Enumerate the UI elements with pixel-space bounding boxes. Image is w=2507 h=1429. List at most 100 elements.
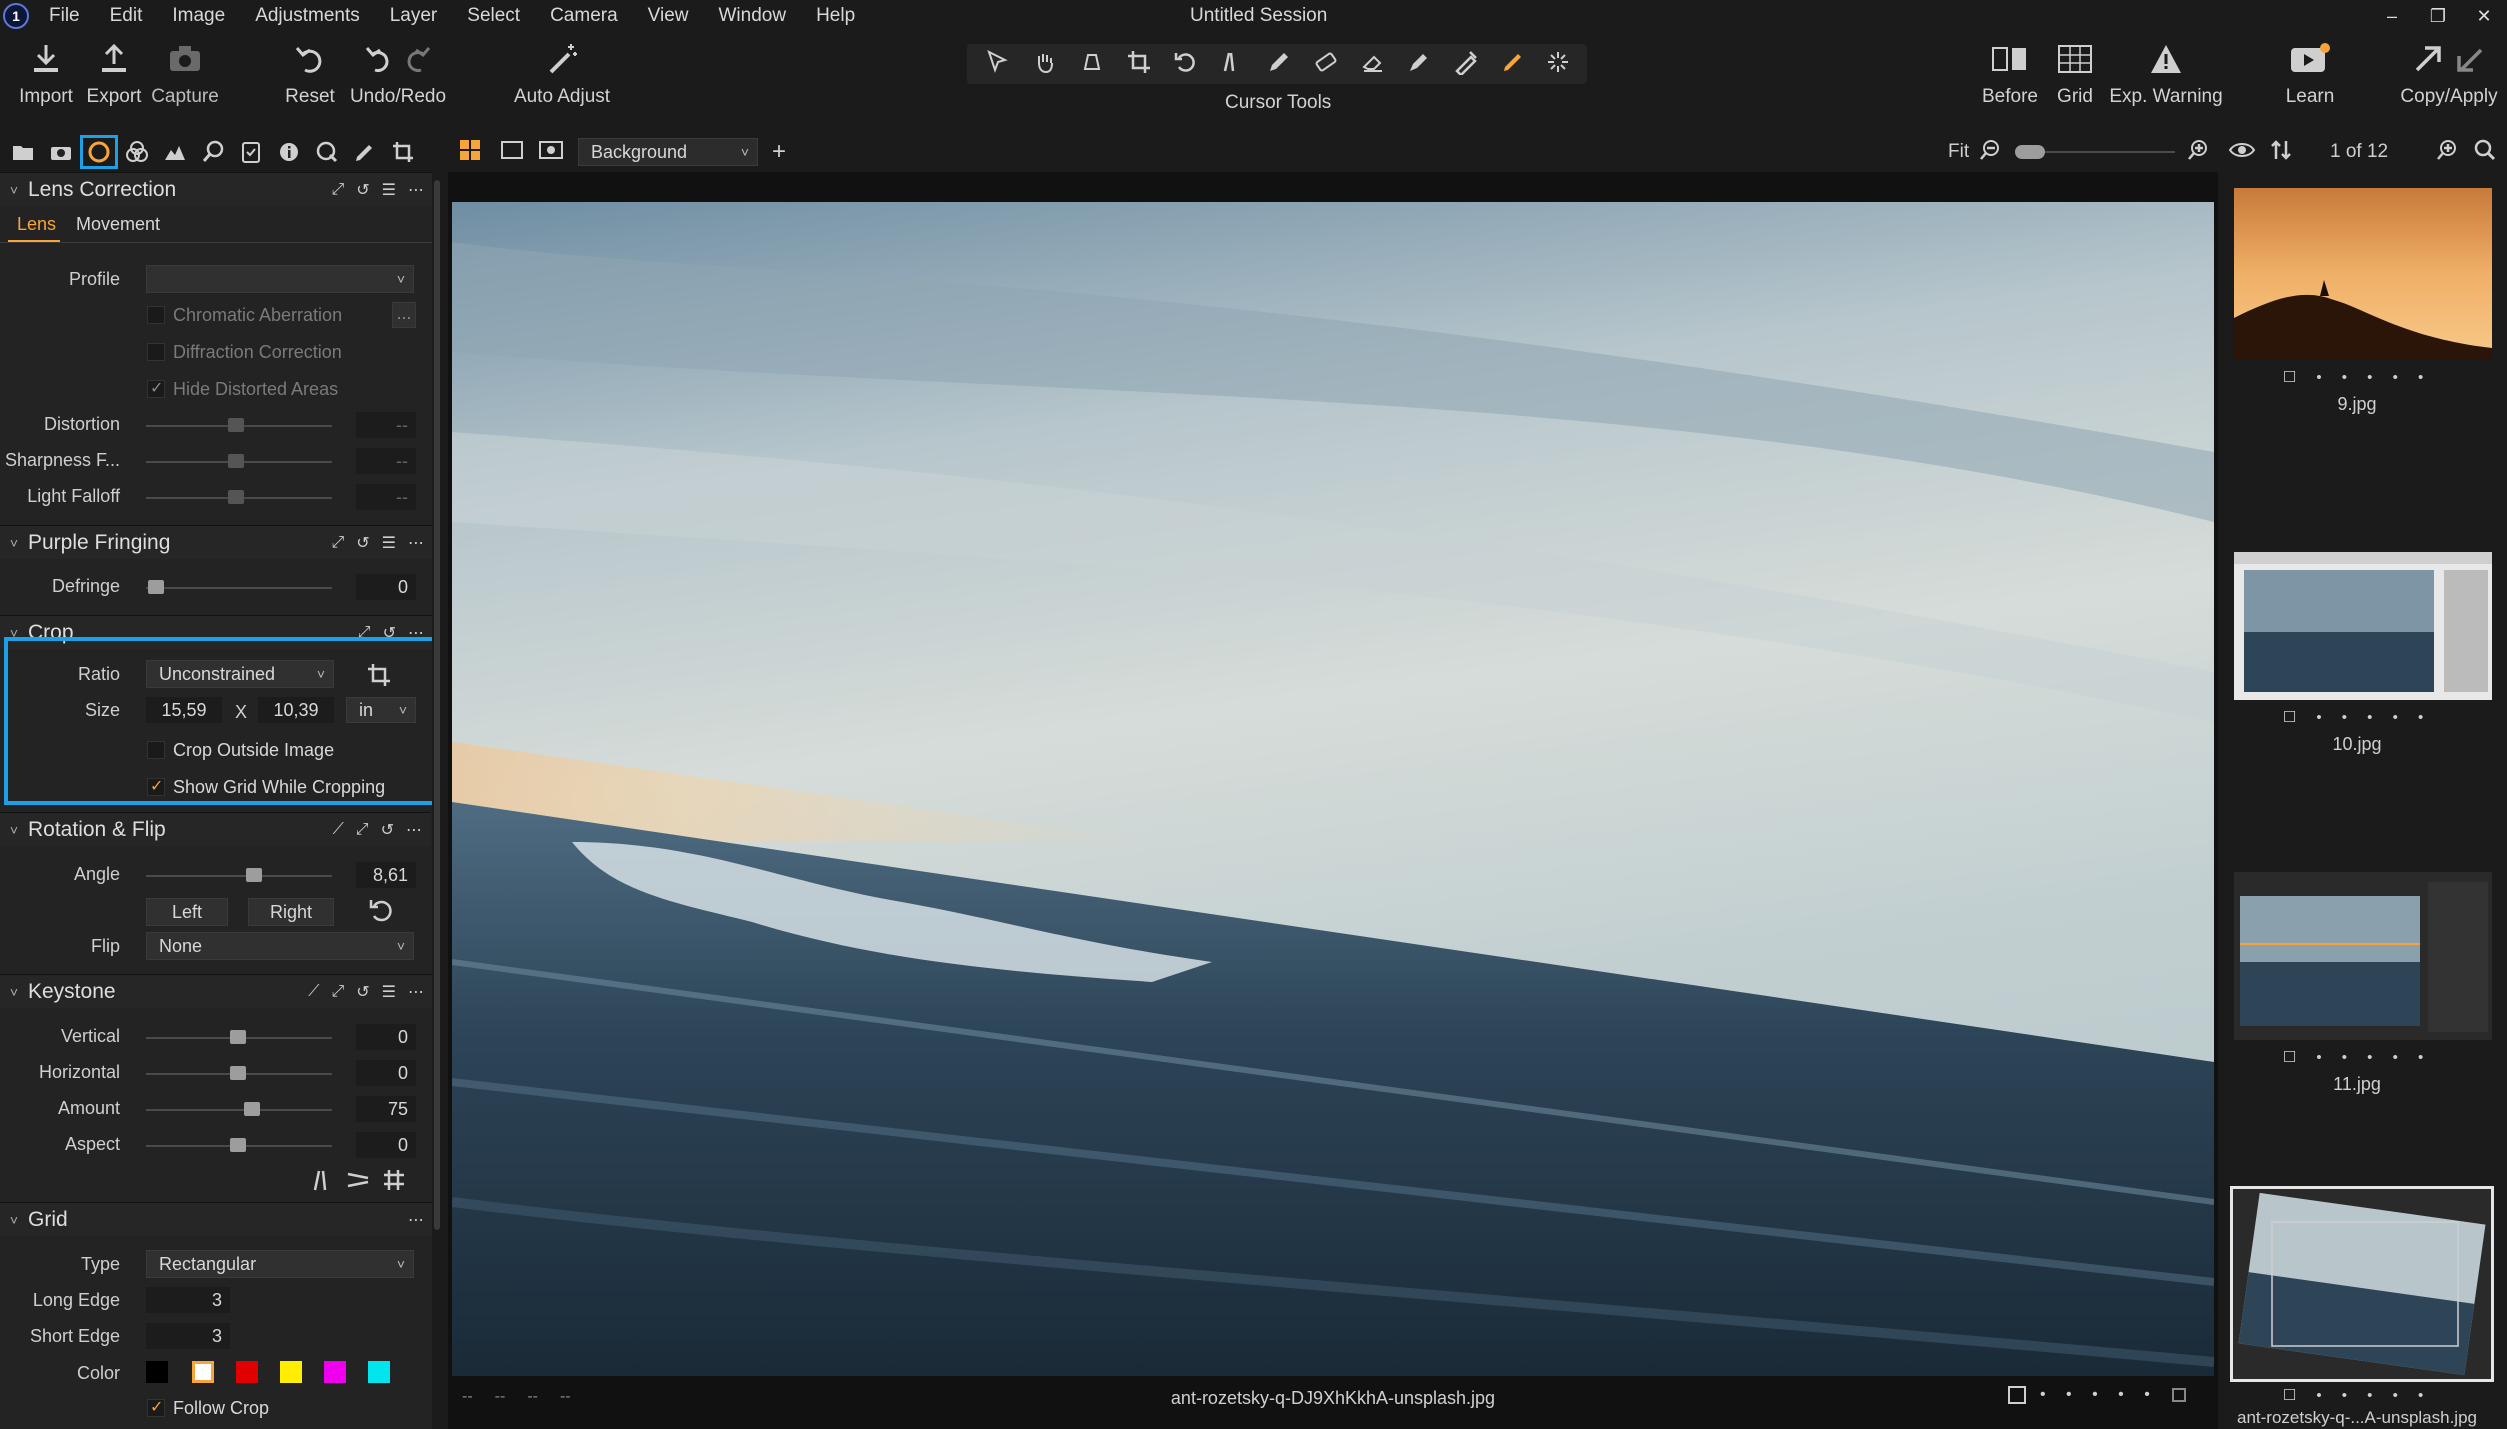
menu-camera[interactable]: Camera xyxy=(550,5,618,27)
left-panel-scrollbar[interactable] xyxy=(432,172,442,1429)
vertical-value[interactable]: 0 xyxy=(356,1024,416,1050)
amount-value[interactable]: 75 xyxy=(356,1096,416,1122)
more-icon[interactable]: ⋯ xyxy=(408,533,424,553)
menu-adjustments[interactable]: Adjustments xyxy=(255,5,360,27)
zoom-slider[interactable] xyxy=(2015,145,2176,159)
crop-tool-icon[interactable] xyxy=(1126,49,1152,80)
aspect-slider[interactable] xyxy=(146,1138,332,1152)
defringe-value[interactable]: 0 xyxy=(356,574,416,600)
reset-section-icon[interactable]: ↺ xyxy=(383,623,396,643)
expand-icon[interactable]: ⤢ xyxy=(331,534,344,552)
thumbnail-rating[interactable]: ☐ • • • • • xyxy=(2226,708,2488,726)
batch-tab[interactable] xyxy=(346,135,384,169)
thumbnail-item-selected[interactable]: ☐ • • • • • ant-rozetsky-q-...A-unsplash… xyxy=(2226,1186,2494,1427)
adjustments-tab[interactable] xyxy=(232,135,270,169)
chevron-down-icon[interactable]: ˅ xyxy=(0,535,28,551)
ratio-dropdown[interactable]: Unconstrained ˅ xyxy=(146,660,334,688)
horizontal-slider[interactable] xyxy=(146,1066,332,1080)
light-falloff-value[interactable]: -- xyxy=(356,484,416,510)
loupe-tool-icon[interactable] xyxy=(1079,49,1105,80)
picker-tool-icon[interactable] xyxy=(1406,49,1432,80)
follow-crop-checkbox[interactable] xyxy=(147,1397,165,1417)
before-button[interactable]: Before xyxy=(1980,32,2040,128)
thumbnail-rating[interactable]: ☐ • • • • • xyxy=(2226,1048,2488,1066)
exposure-tab[interactable] xyxy=(156,135,194,169)
keystone-vertical-icon[interactable] xyxy=(310,1168,334,1197)
swatch-white[interactable] xyxy=(192,1361,214,1383)
sparkle-icon[interactable] xyxy=(1547,51,1569,78)
single-view-icon[interactable] xyxy=(500,139,524,166)
diffraction-correction-checkbox[interactable] xyxy=(147,343,165,361)
minimize-icon[interactable]: – xyxy=(2369,6,2415,27)
library-tab[interactable] xyxy=(4,135,42,169)
capture-button[interactable]: Capture xyxy=(151,32,219,128)
chevron-down-icon[interactable]: ˅ xyxy=(0,182,28,198)
presets-icon[interactable]: ☰ xyxy=(382,533,396,553)
chevron-down-icon[interactable]: ˅ xyxy=(0,1212,28,1228)
select-tool-icon[interactable] xyxy=(985,49,1011,80)
keystone-header[interactable]: ˅ Keystone ⟋ ⤢ ↺ ☰ ⋯ xyxy=(0,974,432,1008)
eye-icon[interactable] xyxy=(2228,140,2256,165)
show-grid-checkbox[interactable] xyxy=(147,776,165,796)
crop-height-field[interactable]: 10,39 xyxy=(258,697,334,723)
annotate-tool-icon[interactable] xyxy=(1500,49,1526,80)
thumbnail-image[interactable] xyxy=(2234,188,2492,360)
browser-zoom-icon[interactable] xyxy=(2436,139,2458,166)
exp-warning-button[interactable]: Exp. Warning xyxy=(2106,32,2226,128)
grid-button[interactable]: Grid xyxy=(2052,32,2098,128)
reset-button[interactable]: Reset xyxy=(282,32,338,128)
learn-button[interactable]: Learn xyxy=(2282,32,2338,128)
thumbnail-image[interactable] xyxy=(2234,872,2492,1040)
auto-adjust-button[interactable]: Auto Adjust xyxy=(512,32,612,128)
swatch-cyan[interactable] xyxy=(368,1361,390,1383)
viewer[interactable] xyxy=(448,172,2218,1376)
layer-dropdown[interactable]: Background ˅ xyxy=(578,138,758,166)
menu-window[interactable]: Window xyxy=(719,5,787,27)
swatch-yellow[interactable] xyxy=(280,1361,302,1383)
sort-icon[interactable] xyxy=(2270,139,2292,166)
expand-icon[interactable]: ⤢ xyxy=(331,181,344,199)
heal-tool-icon[interactable] xyxy=(1453,49,1479,80)
main-photo[interactable] xyxy=(452,202,2214,1376)
grid-type-dropdown[interactable]: Rectangular ˅ xyxy=(146,1250,414,1278)
tab-lens[interactable]: Lens xyxy=(17,214,56,235)
preview-eye-icon[interactable] xyxy=(538,139,564,166)
rotate-left-button[interactable]: Left xyxy=(146,898,228,926)
menu-image[interactable]: Image xyxy=(172,5,225,27)
purple-fringing-header[interactable]: ˅ Purple Fringing ⤢ ↺ ☰ ⋯ xyxy=(0,525,432,559)
rotate-right-button[interactable]: Right xyxy=(248,898,334,926)
keystone-full-icon[interactable] xyxy=(382,1168,406,1197)
brush-tool-icon[interactable] xyxy=(1266,49,1292,80)
output-tab[interactable] xyxy=(308,135,346,169)
rotation-flip-header[interactable]: ˅ Rotation & Flip ⟋ ⤢ ↺ ⋯ xyxy=(0,812,430,846)
more-icon[interactable]: ⋯ xyxy=(408,180,424,200)
more-icon[interactable]: ⋯ xyxy=(408,1210,424,1230)
add-layer-icon[interactable]: + xyxy=(772,138,786,166)
reset-section-icon[interactable]: ↺ xyxy=(381,820,394,840)
lens-correction-header[interactable]: ˅ Lens Correction ⤢ ↺ ☰ ⋯ xyxy=(0,172,432,206)
rotate-tool-icon[interactable] xyxy=(1172,49,1198,80)
menu-layer[interactable]: Layer xyxy=(390,5,438,27)
angle-value[interactable]: 8,61 xyxy=(356,862,416,888)
expand-icon[interactable]: ⤢ xyxy=(356,821,369,839)
rotate-free-icon[interactable] xyxy=(366,896,396,931)
distortion-value[interactable]: -- xyxy=(356,412,416,438)
chromatic-aberration-more-button[interactable]: ... xyxy=(392,302,416,328)
unit-dropdown[interactable]: in ˅ xyxy=(346,697,416,723)
angle-slider[interactable] xyxy=(146,868,332,882)
light-falloff-slider[interactable] xyxy=(146,490,332,504)
reset-section-icon[interactable]: ↺ xyxy=(356,533,369,553)
chevron-down-icon[interactable]: ˅ xyxy=(0,984,28,1000)
chevron-down-icon[interactable]: ˅ xyxy=(0,822,28,838)
presets-icon[interactable]: ☰ xyxy=(382,180,396,200)
crop-tab[interactable] xyxy=(384,135,422,169)
multi-view-icon[interactable] xyxy=(458,138,482,167)
eraser-tool-icon[interactable] xyxy=(1360,49,1386,80)
grid-header[interactable]: ˅ Grid ⋯ xyxy=(0,1202,432,1236)
chromatic-aberration-checkbox[interactable] xyxy=(147,306,165,324)
thumbnail-item[interactable]: ☐ • • • • • 9.jpg xyxy=(2226,188,2492,588)
search-icon[interactable] xyxy=(2474,139,2496,166)
metadata-tab[interactable] xyxy=(270,135,308,169)
keystone-tool-icon[interactable] xyxy=(1219,49,1245,80)
distortion-slider[interactable] xyxy=(146,418,332,432)
